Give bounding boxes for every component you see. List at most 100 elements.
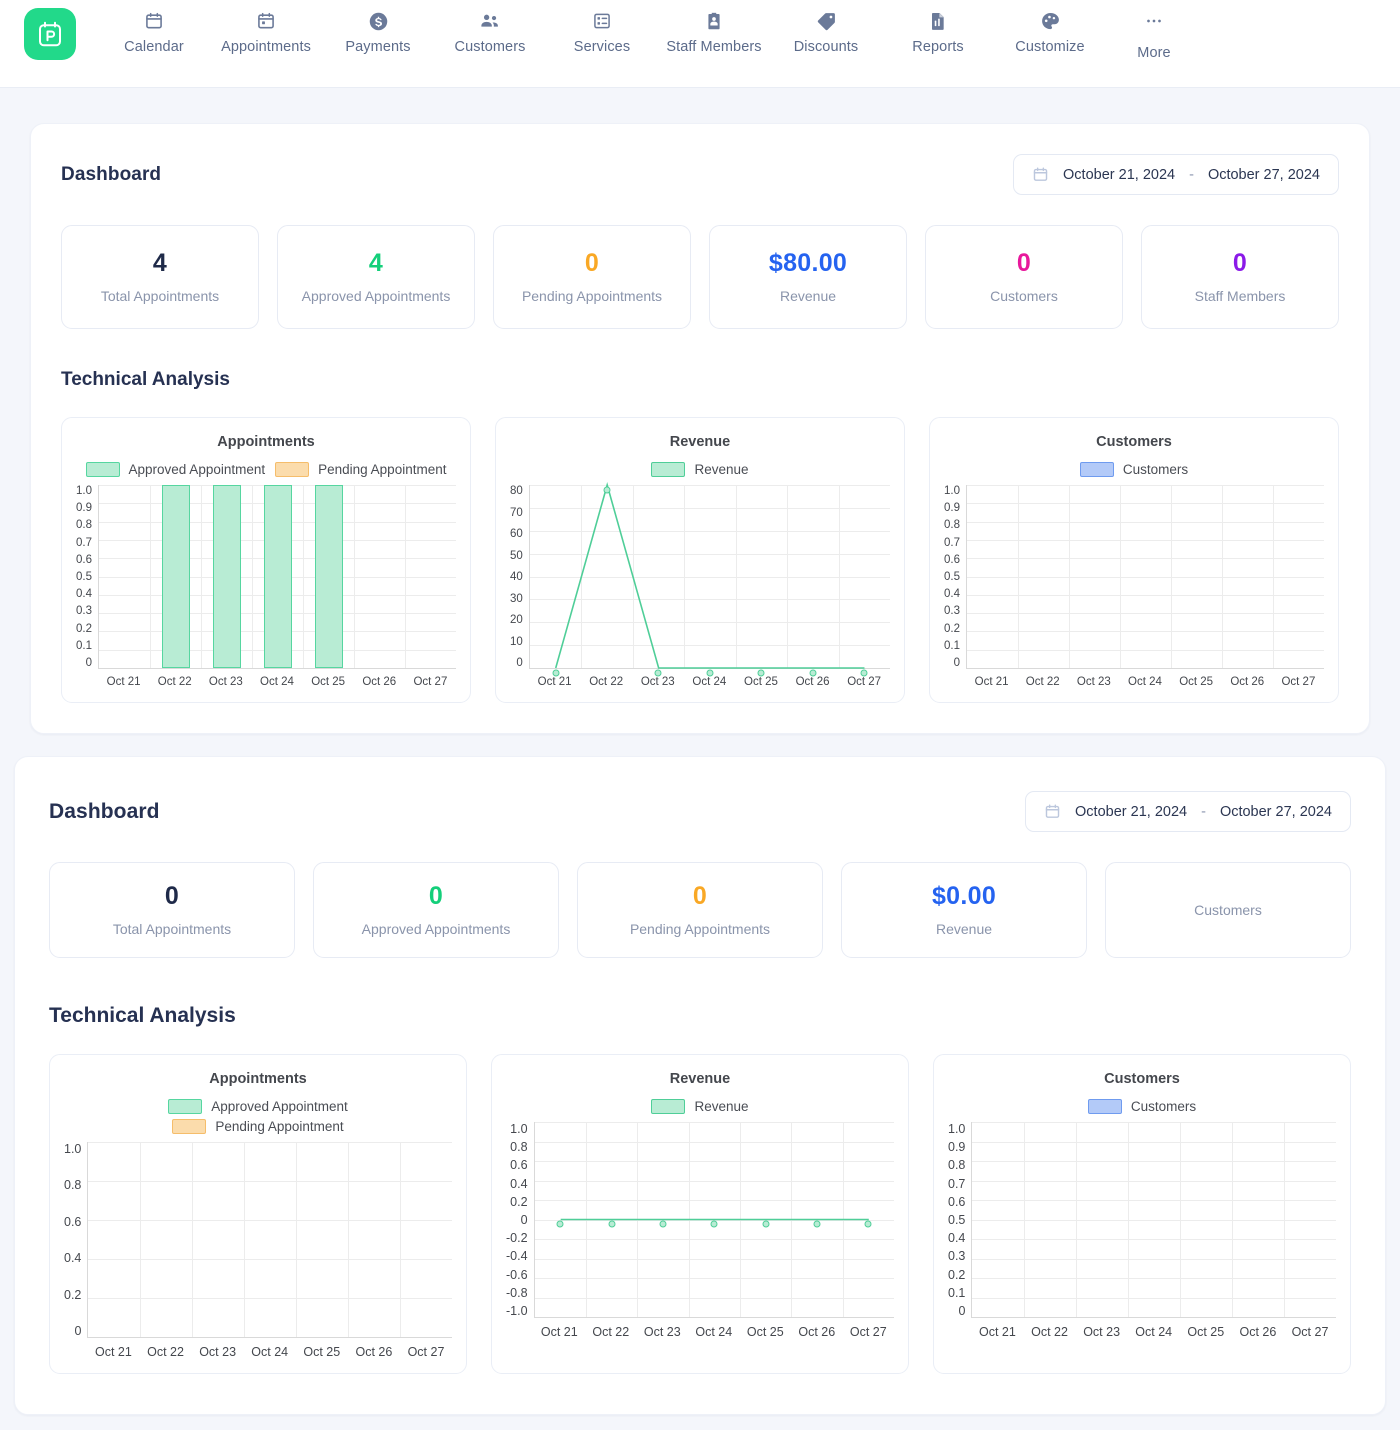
grid-line-horizontal: [972, 1258, 1336, 1260]
app-logo[interactable]: [24, 8, 76, 60]
chart-legend: Customers: [944, 462, 1324, 477]
y-tick-label: 70: [510, 506, 523, 519]
legend-item[interactable]: Revenue: [651, 1099, 749, 1114]
stat-card-list: 0 Total Appointments 0 Approved Appointment…: [49, 862, 1351, 958]
stat-value: 0: [164, 881, 180, 910]
stat-label: Revenue: [935, 920, 993, 937]
chart-data-point[interactable]: [864, 1220, 872, 1228]
legend-item[interactable]: Approved Appointment: [168, 1099, 348, 1114]
chart-data-point[interactable]: [659, 1220, 667, 1228]
stat-card: 4 Total Appointments: [61, 225, 259, 329]
date-range-picker[interactable]: October 21, 2024 - October 27, 2024: [1013, 154, 1339, 195]
stat-card-list: 4 Total Appointments 4 Approved Appointment…: [61, 225, 1339, 329]
chart-data-point[interactable]: [556, 1220, 564, 1228]
x-tick-label: Oct 25: [746, 1325, 784, 1339]
nav-item-payments[interactable]: Payments: [322, 10, 434, 55]
y-axis: 1.0 0.9 0.8 0.7 0.6 0.5 0.4 0.3 0.2 0.1 0: [948, 1122, 971, 1318]
y-tick-label: 0.2: [76, 622, 92, 635]
users-icon: [479, 10, 501, 32]
y-tick-label: 0.7: [76, 536, 92, 549]
chart-data-point[interactable]: [813, 1220, 821, 1228]
nav-item-staff-members[interactable]: Staff Members: [658, 10, 770, 55]
grid-line-vertical: [1069, 485, 1070, 669]
legend-item[interactable]: Revenue: [651, 462, 749, 477]
grid-line-horizontal: [972, 1161, 1336, 1162]
x-tick-label: Oct 22: [589, 676, 624, 688]
chart-data-point[interactable]: [809, 669, 817, 676]
grid-line-horizontal: [967, 558, 1324, 560]
tag-icon: [815, 10, 837, 32]
chart-data-point[interactable]: [762, 1220, 770, 1228]
calendar-icon: [1044, 803, 1061, 820]
nav-item-services[interactable]: Services: [546, 10, 658, 55]
grid-line-horizontal: [967, 485, 1324, 486]
legend-label: Approved Appointment: [211, 1099, 348, 1114]
y-tick-label: 1.0: [76, 485, 92, 497]
y-tick-label: 0: [74, 1323, 82, 1338]
stat-value: 0: [1232, 248, 1248, 277]
x-tick-label: Oct 22: [157, 676, 192, 688]
legend-item[interactable]: Pending Appointment: [275, 462, 446, 477]
chart-bar[interactable]: [161, 485, 190, 668]
y-tick-label: 0.3: [76, 605, 92, 618]
chart-data-point[interactable]: [552, 669, 560, 676]
chart-data-point[interactable]: [608, 1220, 616, 1228]
legend-item[interactable]: Approved Appointment: [85, 462, 265, 477]
stat-value: 4: [368, 248, 384, 277]
nav-item-calendar[interactable]: Calendar: [98, 10, 210, 55]
nav-item-customers[interactable]: Customers: [434, 10, 546, 55]
nav-item-appointments[interactable]: Appointments: [210, 10, 322, 55]
y-tick-label: 0.9: [76, 502, 92, 515]
x-tick-label: Oct 27: [847, 676, 882, 688]
nav-item-reports[interactable]: Reports: [882, 10, 994, 55]
y-tick-label: 0.4: [64, 1251, 82, 1266]
chart-plot-area: 1.0 0.9 0.8 0.7 0.6 0.5 0.4 0.3 0.2 0.1 0: [948, 1122, 1336, 1318]
nav-item-customize[interactable]: Customize: [994, 10, 1106, 55]
chart-card: Revenue Revenue 80 70 60 50 40 30 20 10 0 Oct 21 Oct…: [495, 417, 905, 703]
legend-item[interactable]: Pending Appointment: [172, 1119, 344, 1134]
grid-line-vertical: [1018, 485, 1019, 669]
chart-data-point[interactable]: [654, 669, 662, 676]
stat-value: 0: [428, 881, 444, 910]
chart-bar[interactable]: [314, 485, 343, 668]
y-tick-label: 20: [510, 614, 523, 626]
chart-data-point[interactable]: [710, 1220, 718, 1228]
x-tick-label: Oct 23: [199, 1345, 237, 1359]
x-tick-label: Oct 23: [1076, 676, 1111, 688]
nav-item-discounts[interactable]: Discounts: [770, 10, 882, 55]
y-tick-label: 0.2: [64, 1287, 82, 1302]
x-axis: Oct 21 Oct 22 Oct 23 Oct 24 Oct 25 Oct 26 Oct …: [971, 1325, 1336, 1339]
grid-line-horizontal: [972, 1297, 1336, 1299]
chart-bar[interactable]: [212, 485, 241, 668]
chart-data-point[interactable]: [757, 669, 765, 676]
chart-bar[interactable]: [263, 485, 292, 668]
y-tick-label: 0.5: [944, 570, 960, 583]
dashboard-panel-primary: Dashboard October 21, 2024 - October 27,…: [30, 123, 1370, 734]
chart-plot-area: 1.0 0.9 0.8 0.7 0.6 0.5 0.4 0.3 0.2 0.1 0: [944, 485, 1324, 669]
stat-label: Staff Members: [1194, 287, 1286, 304]
legend-swatch: [1087, 1099, 1122, 1114]
stat-label: Pending Appointments: [521, 287, 663, 304]
x-tick-label: Oct 23: [208, 676, 243, 688]
chart-card: Customers Customers 1.0 0.9 0.8 0.7 0.6 0.5 0.4 0…: [929, 417, 1339, 703]
nav-item-more[interactable]: More: [1106, 10, 1202, 61]
x-tick-label: Oct 27: [413, 676, 448, 688]
grid-line-horizontal: [967, 613, 1324, 615]
x-tick-label: Oct 25: [1187, 1325, 1225, 1339]
y-tick-label: 0.8: [64, 1178, 82, 1193]
y-tick-label: 0.2: [944, 622, 960, 635]
chart-data-point[interactable]: [603, 486, 611, 493]
y-tick-label: 0.2: [510, 1194, 528, 1209]
chart-data-point[interactable]: [706, 669, 714, 676]
legend-item[interactable]: Customers: [1079, 462, 1188, 477]
grid-line-horizontal: [88, 1181, 452, 1182]
x-tick-label: Oct 27: [1291, 1325, 1329, 1339]
legend-item[interactable]: Customers: [1087, 1099, 1196, 1114]
y-tick-label: 0.5: [76, 570, 92, 583]
date-range-picker[interactable]: October 21, 2024 - October 27, 2024: [1025, 791, 1351, 832]
chart-data-point[interactable]: [860, 669, 868, 676]
grid-line-vertical: [348, 1142, 350, 1338]
x-tick-label: Oct 25: [744, 676, 778, 688]
calendar-icon: [143, 10, 165, 32]
grid-line-horizontal: [88, 1142, 452, 1143]
